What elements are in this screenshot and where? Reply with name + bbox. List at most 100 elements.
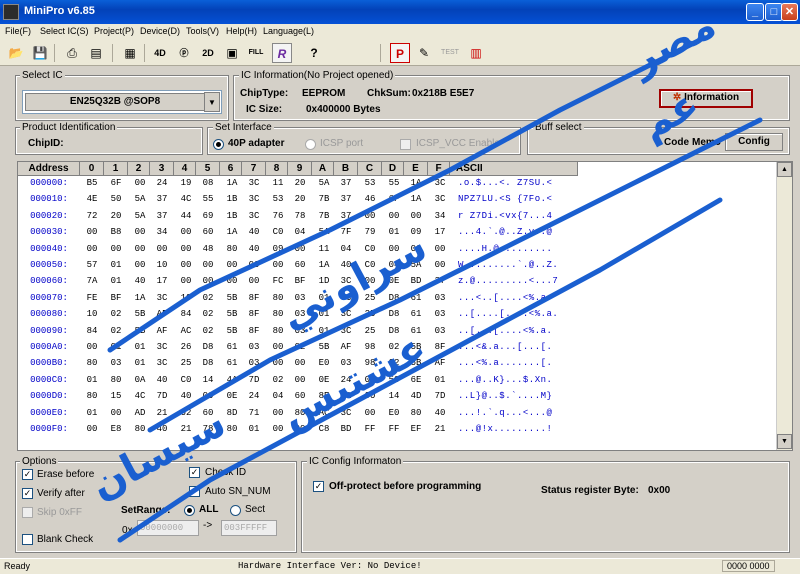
hex-cell[interactable]: 03 [429, 326, 451, 336]
hex-cell[interactable]: 00 [151, 244, 173, 254]
auto-sn-checkbox[interactable] [189, 486, 200, 497]
hex-cell[interactable]: 00 [267, 342, 289, 352]
hex-cell[interactable]: 8F [243, 326, 265, 336]
r-icon[interactable]: R [272, 43, 292, 63]
hex-cell[interactable]: 80 [129, 424, 151, 434]
hex-cell[interactable]: 40 [335, 260, 357, 270]
hex-cell[interactable]: 03 [289, 326, 311, 336]
hex-cell[interactable]: 09 [405, 227, 427, 237]
hex-cell[interactable]: BD [405, 276, 427, 286]
hex-cell[interactable]: 00 [383, 211, 405, 221]
hex-cell[interactable]: 04 [359, 375, 381, 385]
hex-cell[interactable]: 80 [267, 326, 289, 336]
hex-cell[interactable]: 34 [429, 211, 451, 221]
off-protect-checkbox[interactable]: ✓ [313, 481, 324, 492]
hex-cell[interactable]: 04 [267, 391, 289, 401]
hex-cell[interactable]: 40 [429, 408, 451, 418]
hex-cell[interactable]: 55 [383, 178, 405, 188]
hex-cell[interactable]: 00 [267, 260, 289, 270]
hex-cell[interactable]: 03 [335, 358, 357, 368]
ascii-cell[interactable]: NPZ7LU.<S {7Fo.< [458, 194, 578, 204]
hex-cell[interactable]: 1A [405, 194, 427, 204]
hex-cell[interactable]: 5A [313, 227, 335, 237]
hex-cell[interactable]: 02 [197, 326, 219, 336]
hex-grid[interactable]: Address 0 1 2 3 4 5 6 7 8 9 A B C D E F … [17, 161, 793, 451]
hex-cell[interactable]: 5B [405, 342, 427, 352]
range-all-radio[interactable] [184, 505, 195, 516]
hex-cell[interactable]: 01 [429, 375, 451, 385]
hex-cell[interactable]: 7D [429, 391, 451, 401]
hex-cell[interactable]: AF [335, 342, 357, 352]
hex-cell[interactable]: 5B [221, 293, 243, 303]
hex-cell[interactable]: 3C [335, 408, 357, 418]
hex-cell[interactable]: 3C [429, 178, 451, 188]
hex-cell[interactable]: 57 [81, 260, 103, 270]
hex-cell[interactable]: 02 [289, 342, 311, 352]
hex-cell[interactable]: 00 [289, 244, 311, 254]
hex-cell[interactable]: 37 [335, 194, 357, 204]
hex-cell[interactable]: 01 [383, 227, 405, 237]
hex-cell[interactable]: 00 [81, 342, 103, 352]
hex-cell[interactable]: BF [105, 293, 127, 303]
hex-cell[interactable]: 00 [405, 211, 427, 221]
hex-cell[interactable]: 61 [405, 309, 427, 319]
hex-cell[interactable]: E8 [105, 424, 127, 434]
icsp-vcc-checkbox[interactable] [400, 139, 411, 150]
hex-cell[interactable]: AC [313, 408, 335, 418]
hex-cell[interactable]: 7B [313, 194, 335, 204]
hex-cell[interactable]: 5B [221, 309, 243, 319]
hex-cell[interactable]: 6E [405, 375, 427, 385]
hex-cell[interactable]: 3C [151, 342, 173, 352]
hex-cell[interactable]: FF [383, 424, 405, 434]
hex-cell[interactable]: 00 [405, 244, 427, 254]
hex-cell[interactable]: 78 [289, 211, 311, 221]
help-icon[interactable]: ? [304, 43, 324, 63]
hex-cell[interactable]: C0 [359, 260, 381, 270]
hex-cell[interactable]: 24 [243, 391, 265, 401]
hex-cell[interactable]: 5B [129, 326, 151, 336]
hex-cell[interactable]: 00 [289, 358, 311, 368]
hex-cell[interactable]: AF [151, 309, 173, 319]
save-icon[interactable]: 💾 [30, 43, 50, 63]
hex-cell[interactable]: 00 [129, 227, 151, 237]
hex-cell[interactable]: 61 [221, 342, 243, 352]
hex-cell[interactable]: 14 [383, 391, 405, 401]
hex-cell[interactable]: 00 [289, 375, 311, 385]
hex-cell[interactable]: 00 [129, 178, 151, 188]
hex-cell[interactable]: 00 [81, 227, 103, 237]
hex-cell[interactable]: 00 [221, 260, 243, 270]
hex-cell[interactable]: 0E [221, 391, 243, 401]
hex-cell[interactable]: AC [175, 326, 197, 336]
hex-cell[interactable]: 60 [289, 391, 311, 401]
hex-cell[interactable]: D8 [383, 309, 405, 319]
hex-cell[interactable]: 3C [151, 358, 173, 368]
chevron-down-icon[interactable]: ▼ [204, 92, 220, 112]
hex-cell[interactable]: 4D [405, 391, 427, 401]
hex-cell[interactable]: 4A [221, 375, 243, 385]
code-tab[interactable]: Code [664, 137, 689, 148]
hex-cell[interactable]: FE [81, 293, 103, 303]
scroll-up-icon[interactable]: ▲ [777, 162, 792, 177]
hex-cell[interactable]: 76 [267, 211, 289, 221]
hex-cell[interactable]: 8F [429, 342, 451, 352]
ascii-cell[interactable]: .o.$...<. Z7SU.< [458, 178, 578, 188]
hex-cell[interactable]: FC [267, 276, 289, 286]
hex-cell[interactable]: 78 [197, 424, 219, 434]
hex-cell[interactable]: 0E [383, 276, 405, 286]
hex-cell[interactable]: 01 [313, 309, 335, 319]
hex-cell[interactable]: E0 [383, 408, 405, 418]
hex-cell[interactable]: 11 [267, 178, 289, 188]
hex-cell[interactable]: 8F [243, 309, 265, 319]
hex-cell[interactable]: 5B [313, 342, 335, 352]
hex-cell[interactable]: 40 [151, 424, 173, 434]
hex-cell[interactable]: 01 [129, 342, 151, 352]
p-icon[interactable]: P [390, 43, 410, 63]
hex-cell[interactable]: 7D [243, 375, 265, 385]
hex-cell[interactable]: 71 [243, 408, 265, 418]
hex-cell[interactable]: 3C [335, 293, 357, 303]
hex-cell[interactable]: 00 [129, 244, 151, 254]
hex-cell[interactable]: 37 [151, 194, 173, 204]
hex-cell[interactable]: 03 [429, 293, 451, 303]
hex-cell[interactable]: 1B [221, 211, 243, 221]
hex-cell[interactable]: 00 [221, 276, 243, 286]
